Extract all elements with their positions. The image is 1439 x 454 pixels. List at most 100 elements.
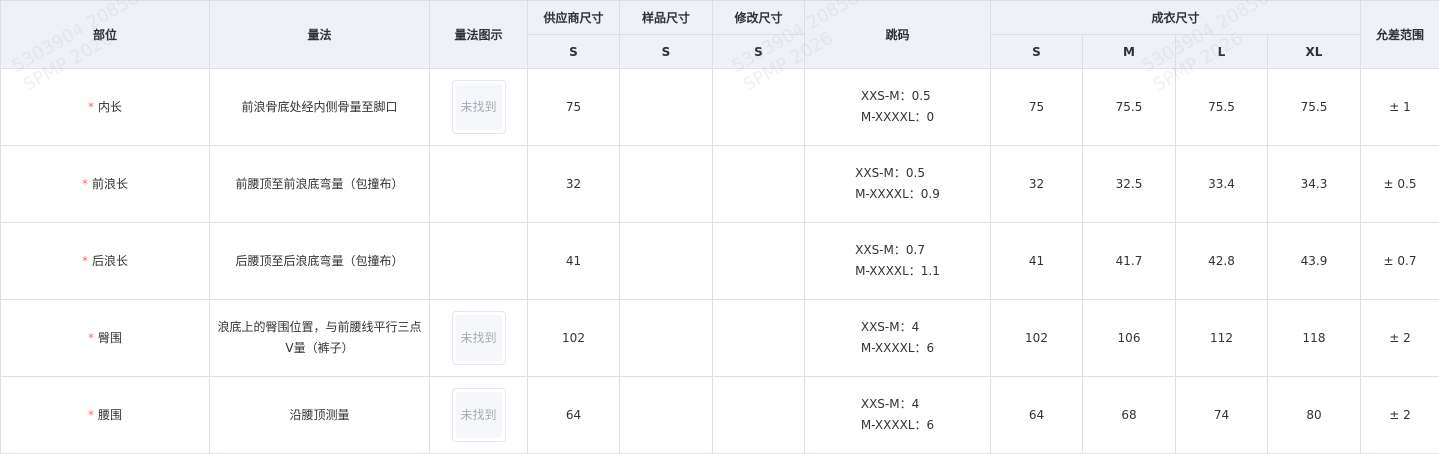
table-row: * 臀围 浪底上的臀围位置，与前腰线平行三点V量（裤子） 未找到 102 XXS-…	[1, 300, 1439, 377]
cell-diagram	[430, 223, 528, 300]
cell-sample-s	[620, 146, 713, 223]
cell-tolerance: ± 1	[1361, 69, 1439, 146]
grading-rule-small: XXS-M：0.5	[861, 86, 934, 107]
cell-grading: XXS-M：0.5 M-XXXXL：0.9	[805, 146, 991, 223]
part-label: 前浪长	[92, 177, 128, 191]
cell-method: 前浪骨底处经内侧骨量至脚口	[210, 69, 430, 146]
cell-finished-xl: 80	[1268, 377, 1361, 454]
cell-finished-l: 112	[1176, 300, 1268, 377]
required-mark: *	[88, 331, 94, 345]
cell-supplier-s: 64	[528, 377, 620, 454]
cell-revised-s	[713, 69, 805, 146]
cell-finished-m: 41.7	[1083, 223, 1176, 300]
cell-revised-s	[713, 146, 805, 223]
cell-grading: XXS-M：4 M-XXXXL：6	[805, 377, 991, 454]
subheader-finished-m: M	[1083, 35, 1176, 69]
cell-part: * 内长	[1, 69, 210, 146]
cell-part: *前浪长	[1, 146, 210, 223]
image-not-found-placeholder: 未找到	[456, 392, 502, 438]
cell-method: 浪底上的臀围位置，与前腰线平行三点V量（裤子）	[210, 300, 430, 377]
cell-supplier-s: 32	[528, 146, 620, 223]
cell-tolerance: ± 0.7	[1361, 223, 1439, 300]
cell-finished-m: 68	[1083, 377, 1176, 454]
grading-rule-large: M-XXXXL：0.9	[855, 184, 940, 205]
grading-rule-small: XXS-M：0.7	[855, 240, 940, 261]
grading-rules: XXS-M：0.5 M-XXXXL：0.9	[855, 163, 940, 205]
grading-rule-small: XXS-M：4	[861, 394, 934, 415]
cell-method: 沿腰顶测量	[210, 377, 430, 454]
part-label: 腰围	[98, 408, 122, 422]
grading-rules: XXS-M：4 M-XXXXL：6	[861, 317, 934, 359]
cell-finished-l: 42.8	[1176, 223, 1268, 300]
cell-sample-s	[620, 377, 713, 454]
grading-rule-large: M-XXXXL：0	[861, 107, 934, 128]
cell-finished-s: 32	[991, 146, 1083, 223]
required-mark: *	[88, 408, 94, 422]
cell-sample-s	[620, 69, 713, 146]
cell-supplier-s: 102	[528, 300, 620, 377]
table-row: *前浪长 前腰顶至前浪底弯量（包撞布） 32 XXS-M：0.5 M-XXXXL…	[1, 146, 1439, 223]
image-not-found-placeholder: 未找到	[456, 315, 502, 361]
cell-diagram: 未找到	[430, 300, 528, 377]
header-row-top: 部位 量法 量法图示 供应商尺寸 样品尺寸 修改尺寸 跳码 成衣尺寸 允差范围	[1, 1, 1439, 35]
cell-revised-s	[713, 223, 805, 300]
cell-finished-s: 102	[991, 300, 1083, 377]
cell-diagram: 未找到	[430, 69, 528, 146]
diagram-image-thumbnail[interactable]: 未找到	[452, 388, 506, 442]
header-revised-size: 修改尺寸	[713, 1, 805, 35]
grading-rules: XXS-M：0.5 M-XXXXL：0	[861, 86, 934, 128]
cell-finished-s: 41	[991, 223, 1083, 300]
table-row: *后浪长 后腰顶至后浪底弯量（包撞布） 41 XXS-M：0.7 M-XXXXL…	[1, 223, 1439, 300]
table-row: * 内长 前浪骨底处经内侧骨量至脚口 未找到 75 XXS-M：0.5 M-XXX…	[1, 69, 1439, 146]
cell-grading: XXS-M：0.5 M-XXXXL：0	[805, 69, 991, 146]
cell-diagram	[430, 146, 528, 223]
required-mark: *	[88, 100, 94, 114]
cell-method: 后腰顶至后浪底弯量（包撞布）	[210, 223, 430, 300]
cell-finished-m: 75.5	[1083, 69, 1176, 146]
header-diagram: 量法图示	[430, 1, 528, 69]
subheader-finished-s: S	[991, 35, 1083, 69]
cell-supplier-s: 75	[528, 69, 620, 146]
subheader-finished-xl: XL	[1268, 35, 1361, 69]
cell-part: * 臀围	[1, 300, 210, 377]
header-part: 部位	[1, 1, 210, 69]
grading-rule-small: XXS-M：0.5	[855, 163, 940, 184]
cell-finished-xl: 43.9	[1268, 223, 1361, 300]
cell-supplier-s: 41	[528, 223, 620, 300]
cell-sample-s	[620, 300, 713, 377]
cell-diagram: 未找到	[430, 377, 528, 454]
size-spec-table: 部位 量法 量法图示 供应商尺寸 样品尺寸 修改尺寸 跳码 成衣尺寸 允差范围 …	[0, 0, 1439, 454]
cell-finished-xl: 118	[1268, 300, 1361, 377]
cell-tolerance: ± 0.5	[1361, 146, 1439, 223]
cell-part: *后浪长	[1, 223, 210, 300]
cell-finished-s: 75	[991, 69, 1083, 146]
grading-rule-large: M-XXXXL：6	[861, 415, 934, 436]
subheader-revised-s: S	[713, 35, 805, 69]
cell-finished-l: 75.5	[1176, 69, 1268, 146]
part-label: 臀围	[98, 331, 122, 345]
header-supplier-size: 供应商尺寸	[528, 1, 620, 35]
cell-sample-s	[620, 223, 713, 300]
cell-grading: XXS-M：4 M-XXXXL：6	[805, 300, 991, 377]
diagram-image-thumbnail[interactable]: 未找到	[452, 80, 506, 134]
cell-finished-s: 64	[991, 377, 1083, 454]
grading-rules: XXS-M：4 M-XXXXL：6	[861, 394, 934, 436]
part-label: 内长	[98, 100, 122, 114]
header-tolerance: 允差范围	[1361, 1, 1439, 69]
diagram-image-thumbnail[interactable]: 未找到	[452, 311, 506, 365]
cell-grading: XXS-M：0.7 M-XXXXL：1.1	[805, 223, 991, 300]
header-grading: 跳码	[805, 1, 991, 69]
cell-revised-s	[713, 300, 805, 377]
cell-finished-xl: 75.5	[1268, 69, 1361, 146]
cell-finished-l: 33.4	[1176, 146, 1268, 223]
cell-finished-xl: 34.3	[1268, 146, 1361, 223]
table-row: * 腰围 沿腰顶测量 未找到 64 XXS-M：4 M-XXXXL：6 64 68…	[1, 377, 1439, 454]
subheader-finished-l: L	[1176, 35, 1268, 69]
grading-rule-small: XXS-M：4	[861, 317, 934, 338]
cell-method: 前腰顶至前浪底弯量（包撞布）	[210, 146, 430, 223]
image-not-found-placeholder: 未找到	[456, 84, 502, 130]
cell-tolerance: ± 2	[1361, 300, 1439, 377]
cell-part: * 腰围	[1, 377, 210, 454]
cell-finished-l: 74	[1176, 377, 1268, 454]
header-sample-size: 样品尺寸	[620, 1, 713, 35]
